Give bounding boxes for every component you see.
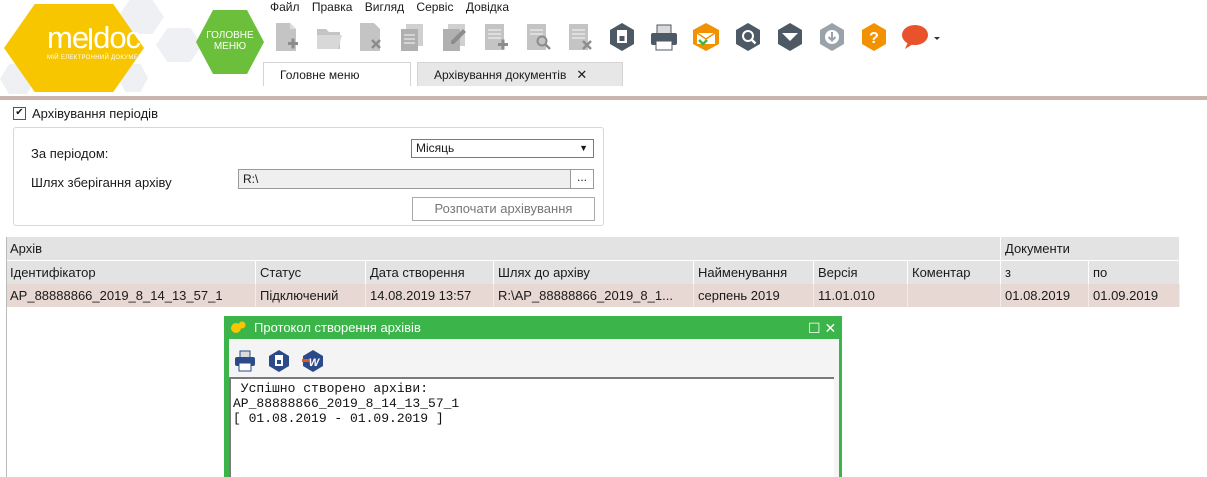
add-row-icon[interactable]	[478, 19, 514, 55]
protocol-toolbar: W	[233, 349, 335, 373]
archive-periods-label: Архівування періодів	[32, 106, 158, 121]
period-select-value: Місяць	[416, 141, 455, 155]
column-header-name[interactable]: Найменування	[694, 261, 814, 284]
column-header-id[interactable]: Ідентифікатор	[6, 261, 256, 284]
cell-created: 14.08.2019 13:57	[366, 284, 494, 307]
menu-bar: Файл Правка Вигляд Сервіс Довідка	[270, 0, 518, 14]
grid-group-header-row: Архів Документи	[6, 237, 1180, 260]
grid-header-row: Ідентифікатор Статус Дата створення Шлях…	[6, 261, 1180, 284]
grid-border	[6, 237, 7, 477]
svg-text:W: W	[309, 357, 321, 369]
column-header-path[interactable]: Шлях до архіву	[494, 261, 694, 284]
search-registry-icon[interactable]	[730, 19, 766, 55]
tab-main-menu[interactable]: Головне меню	[263, 62, 411, 86]
chat-icon[interactable]	[898, 19, 942, 55]
cell-version: 11.01.010	[814, 284, 908, 307]
main-menu-tile[interactable]: ГОЛОВНЕ МЕНЮ	[196, 10, 264, 74]
logo-separator	[89, 28, 93, 50]
header-divider	[0, 96, 1207, 100]
menu-service[interactable]: Сервіс	[416, 0, 453, 14]
receive-document-icon[interactable]	[772, 19, 808, 55]
protocol-window-title: Протокол створення архівів	[254, 320, 421, 335]
word-export-icon[interactable]: W	[301, 349, 325, 373]
cell-name: серпень 2019	[694, 284, 814, 307]
logo: me doc	[47, 20, 141, 56]
tab-archiving-label: Архівування документів	[434, 68, 567, 82]
cell-status: Підключений	[256, 284, 366, 307]
logo-part-me: me	[47, 20, 89, 55]
send-document-icon[interactable]	[688, 19, 724, 55]
archive-periods-checkbox-row[interactable]: ✔ Архівування періодів	[13, 106, 158, 121]
cell-id: AP_88888866_2019_8_14_13_57_1	[6, 284, 256, 307]
archive-path-label: Шлях зберігання архіву	[31, 175, 172, 190]
toolbar: ?	[268, 19, 948, 55]
archive-path-field[interactable]: R:\	[238, 169, 571, 189]
chevron-down-icon[interactable]: ▼	[579, 140, 588, 157]
column-header-version[interactable]: Версія	[814, 261, 908, 284]
open-document-icon[interactable]	[310, 19, 346, 55]
svg-text:?: ?	[869, 30, 879, 47]
column-header-from[interactable]: з	[1001, 261, 1089, 284]
menu-file[interactable]: Файл	[270, 0, 300, 14]
window-controls: ☐ ✕	[808, 320, 836, 337]
logo-subtitle: МІЙ ЕЛЕКТРОННИЙ ДОКУМЕНТ	[47, 55, 147, 61]
cell-from: 01.08.2019	[1001, 284, 1089, 307]
column-header-to[interactable]: по	[1089, 261, 1180, 284]
archive-periods-checkbox[interactable]: ✔	[13, 107, 26, 120]
log-line: Успішно створено архіви:	[233, 381, 429, 396]
table-row[interactable]: AP_88888866_2019_8_14_13_57_1 Підключени…	[6, 284, 1180, 307]
delete-row-icon[interactable]	[562, 19, 598, 55]
protocol-log[interactable]: Успішно створено архіви: AP_88888866_201…	[229, 377, 834, 477]
find-document-icon[interactable]	[520, 19, 556, 55]
new-document-icon[interactable]	[268, 19, 304, 55]
edit-document-icon[interactable]	[436, 19, 472, 55]
column-header-status[interactable]: Статус	[256, 261, 366, 284]
start-archiving-button[interactable]: Розпочати архівування	[412, 197, 595, 221]
tab-archiving[interactable]: Архівування документів ✕	[417, 62, 623, 86]
log-line: [ 01.08.2019 - 01.09.2019 ]	[233, 411, 444, 426]
print-icon[interactable]	[646, 19, 682, 55]
menu-edit[interactable]: Правка	[312, 0, 353, 14]
main-menu-tile-label: ГОЛОВНЕ МЕНЮ	[206, 30, 254, 52]
delete-document-icon[interactable]	[352, 19, 388, 55]
log-line: AP_88888866_2019_8_14_13_57_1	[233, 396, 460, 411]
tab-main-menu-label: Головне меню	[280, 68, 360, 82]
download-icon[interactable]	[814, 19, 850, 55]
close-icon[interactable]: ✕	[576, 67, 587, 82]
print-icon[interactable]	[233, 349, 257, 373]
browse-path-button[interactable]: ...	[570, 169, 594, 189]
help-icon[interactable]: ?	[856, 19, 892, 55]
column-header-comment[interactable]: Коментар	[908, 261, 1001, 284]
menu-view[interactable]: Вигляд	[365, 0, 404, 14]
group-header-archive: Архів	[6, 237, 1001, 260]
cell-path: R:\AP_88888866_2019_8_1...	[494, 284, 694, 307]
decor-hex	[156, 28, 202, 62]
menu-help[interactable]: Довідка	[466, 0, 509, 14]
cell-comment	[908, 284, 1001, 307]
maximize-icon[interactable]: ☐	[808, 320, 821, 336]
sign-document-icon[interactable]	[604, 19, 640, 55]
period-label: За періодом:	[31, 146, 109, 161]
group-header-documents: Документи	[1001, 237, 1180, 260]
copy-document-icon[interactable]	[394, 19, 430, 55]
app-header: me doc МІЙ ЕЛЕКТРОННИЙ ДОКУМЕНТ ГОЛОВНЕ М…	[0, 0, 1207, 100]
column-header-created[interactable]: Дата створення	[366, 261, 494, 284]
close-icon[interactable]: ✕	[824, 320, 836, 336]
sign-document-icon[interactable]	[267, 349, 291, 373]
window-app-icon	[229, 320, 247, 339]
cell-to: 01.09.2019	[1089, 284, 1180, 307]
logo-part-doc: doc	[93, 20, 141, 55]
period-select[interactable]: Місяць ▼	[411, 139, 594, 158]
